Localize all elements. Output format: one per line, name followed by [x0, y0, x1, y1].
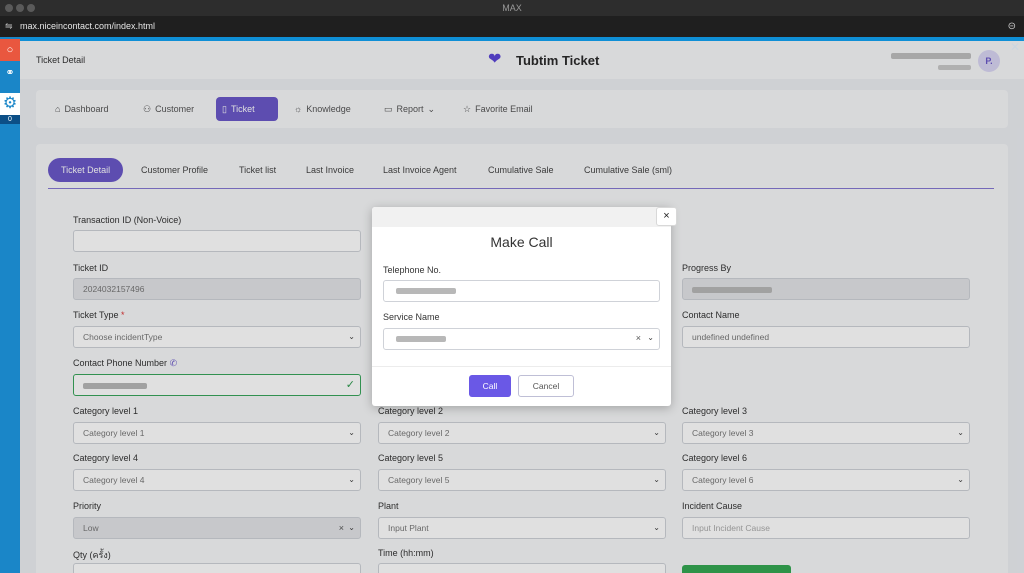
telephone-redacted [396, 288, 456, 294]
address-bar[interactable]: ⇋ max.niceincontact.com/index.html ⊝ [0, 16, 1024, 37]
window-title: MAX [502, 3, 522, 13]
cancel-button[interactable]: Cancel [518, 375, 574, 397]
telephone-input[interactable] [383, 280, 660, 302]
url-text[interactable]: max.niceincontact.com/index.html [20, 16, 155, 37]
dialog-header [372, 207, 671, 227]
dialog-close-button[interactable]: × [656, 207, 677, 226]
extension-icon[interactable]: ⊝ [1008, 16, 1016, 37]
call-button[interactable]: Call [469, 375, 511, 397]
agent-sidebar: ○ ⚭ ⚙ 0 [0, 37, 20, 573]
dialog-divider [372, 366, 671, 367]
window-titlebar: MAX [0, 0, 1024, 16]
gear-icon[interactable]: ⚙ [0, 93, 20, 115]
site-settings-icon[interactable]: ⇋ [5, 16, 13, 37]
agent-state-icon[interactable]: ○ [0, 39, 20, 61]
window-zoom-dot[interactable] [27, 4, 35, 12]
dialog-title: Make Call [490, 234, 553, 250]
telephone-label: Telephone No. [383, 265, 442, 275]
window-minimize-dot[interactable] [16, 4, 24, 12]
queue-counter: 0 [0, 115, 20, 124]
window-close-dot[interactable] [5, 4, 13, 12]
link-icon[interactable]: ⚭ [0, 63, 20, 83]
make-call-dialog: × Make Call Telephone No. Service Name ×… [372, 207, 677, 406]
service-redacted [396, 336, 446, 342]
chevron-down-icon: ⌄ [647, 333, 654, 342]
service-name-select[interactable]: × ⌄ [383, 328, 660, 350]
service-name-label: Service Name [383, 312, 440, 322]
clear-icon[interactable]: × [636, 333, 641, 343]
